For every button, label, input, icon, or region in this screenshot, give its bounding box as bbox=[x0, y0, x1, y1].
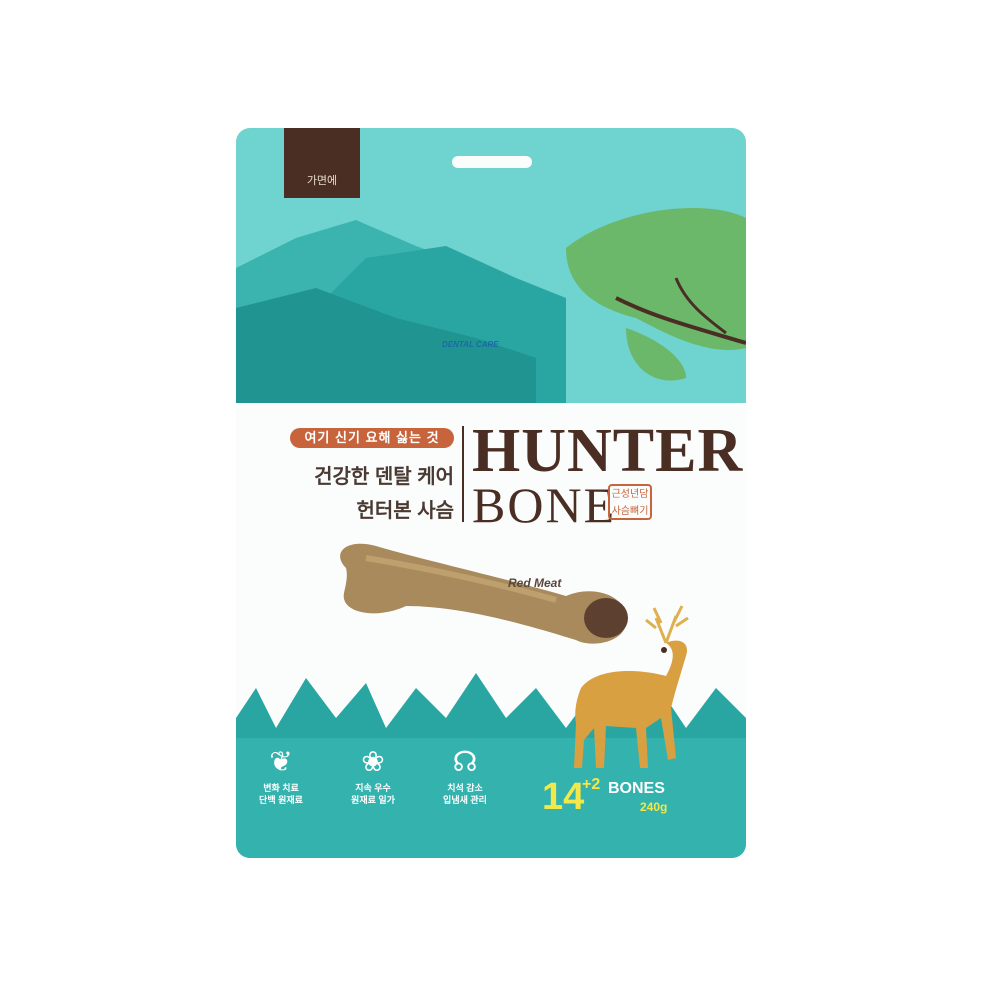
hang-hole bbox=[452, 156, 532, 168]
feature-item-2: ❀ 지속 우수 원재료 일가 bbox=[328, 742, 418, 806]
chew-icon: ☊ bbox=[452, 746, 478, 777]
product-pouch: 가면에 DENTAL CARE 여기 신기 요해 싫는 것 건강한 덴탈 케어 … bbox=[236, 128, 746, 858]
feature-1-line-2: 단백 원재료 bbox=[259, 795, 303, 805]
feature-2-line-1: 지속 우수 bbox=[355, 783, 391, 793]
feature-3-line-2: 입냄새 관리 bbox=[443, 795, 487, 805]
product-title-hunter: HUNTER bbox=[472, 417, 744, 485]
feature-2-line-2: 원재료 일가 bbox=[351, 795, 395, 805]
product-title-bone: BONE bbox=[472, 477, 617, 533]
plant-icon: ❦ bbox=[269, 746, 293, 777]
dental-care-badge: DENTAL CARE bbox=[442, 340, 499, 349]
title-divider bbox=[462, 426, 464, 522]
subtitle-line-2: 헌터본 사슴 bbox=[356, 500, 454, 522]
flavor-tag-line-2: 사슴뼈기 bbox=[611, 506, 649, 517]
flavor-tag: 근성년담 사슴뼈기 bbox=[608, 484, 652, 520]
subtitle-line-1: 건강한 덴탈 케어 bbox=[314, 466, 454, 488]
count-unit: BONES bbox=[608, 780, 665, 797]
feature-item-3: ☊ 치석 감소 입냄새 관리 bbox=[420, 742, 510, 806]
bonus-count: +2 bbox=[582, 776, 601, 793]
brand-logo: 가면에 bbox=[284, 128, 360, 198]
feature-item-1: ❦ 변화 치료 단백 원재료 bbox=[236, 742, 326, 806]
feature-3-line-1: 치석 감소 bbox=[447, 783, 483, 793]
red-meat-label: Red Meat bbox=[508, 576, 562, 590]
net-weight: 240g bbox=[640, 800, 668, 814]
leaf-icon: ❀ bbox=[361, 746, 385, 777]
dental-badge-text: DENTAL CARE bbox=[442, 340, 499, 349]
flavor-tag-line-1: 근성년담 bbox=[611, 489, 649, 500]
promo-pill: 여기 신기 요해 싫는 것 bbox=[290, 428, 454, 448]
bone-count: 14 bbox=[542, 776, 585, 818]
feature-1-line-1: 변화 치료 bbox=[263, 783, 299, 793]
brand-mark-text: 가면에 bbox=[306, 175, 338, 187]
